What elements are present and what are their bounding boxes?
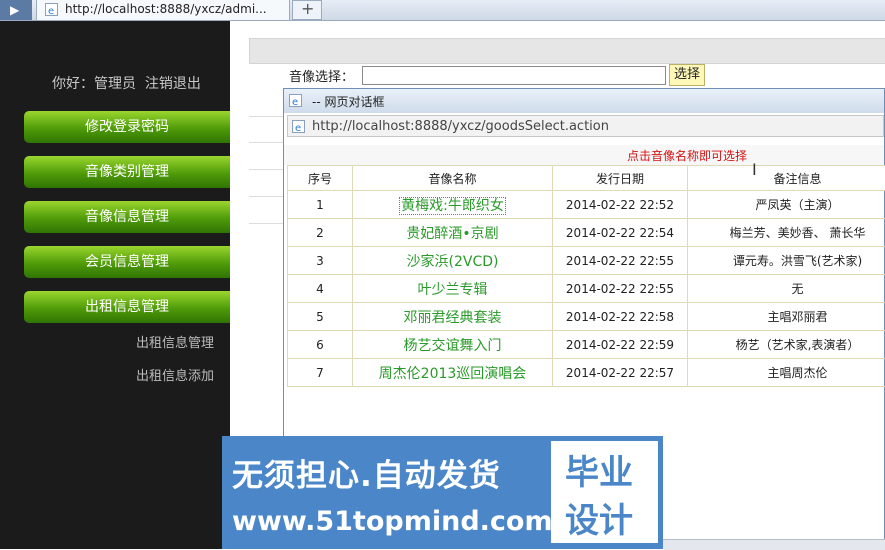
browser-status-bar <box>663 539 885 550</box>
image-select-label: 音像选择： <box>289 66 354 85</box>
goods-table: 序号 音像名称 发行日期 备注信息 1 黄梅戏:牛郎织女 2014-02-22 … <box>287 165 885 387</box>
row-date: 2014-02-22 22:58 <box>553 303 688 331</box>
user-greeting: 你好：管理员 注销退出 <box>52 73 201 93</box>
banner-website: www.51topmind.com <box>232 506 553 537</box>
dialog-title-bar[interactable]: e -- 网页对话框 <box>284 89 884 113</box>
row-date: 2014-02-22 22:59 <box>553 331 688 359</box>
banner-slogan: 无须担心.自动发货 <box>232 450 501 495</box>
goods-name-link[interactable]: 沙家浜(2VCD) <box>407 254 499 270</box>
banner-logo-line1: 毕业 <box>565 445 633 494</box>
new-tab-button[interactable]: + <box>292 0 322 20</box>
row-note: 梅兰芳、美妙香、 萧长华 <box>688 219 885 247</box>
table-row: 3 沙家浜(2VCD) 2014-02-22 22:55 谭元寿。洪雪飞(艺术家… <box>288 247 885 275</box>
ie-page-icon: e <box>289 94 302 107</box>
svg-text:e: e <box>295 123 301 133</box>
form-row-divider <box>249 223 285 224</box>
form-header-strip <box>249 38 885 64</box>
goods-name-link[interactable]: 邓丽君经典套装 <box>404 310 502 326</box>
tab-switch-button[interactable]: ▶ <box>0 0 32 20</box>
row-date: 2014-02-22 22:52 <box>553 191 688 219</box>
row-no: 2 <box>288 219 353 247</box>
dialog-address-bar: e http://localhost:8888/yxcz/goodsSelect… <box>287 115 884 137</box>
row-note: 主唱周杰伦 <box>688 359 885 387</box>
watermark-banner: 无须担心.自动发货 www.51topmind.com 毕业 设计 <box>222 436 663 549</box>
row-no: 4 <box>288 275 353 303</box>
table-row: 1 黄梅戏:牛郎织女 2014-02-22 22:52 严凤英（主演） <box>288 191 885 219</box>
sidebar <box>0 21 230 549</box>
table-header-row: 序号 音像名称 发行日期 备注信息 <box>288 166 885 191</box>
goods-name-link[interactable]: 杨艺交谊舞入门 <box>404 338 502 354</box>
row-note: 严凤英（主演） <box>688 191 885 219</box>
table-row: 2 贵妃醉酒•京剧 2014-02-22 22:54 梅兰芳、美妙香、 萧长华 <box>288 219 885 247</box>
row-date: 2014-02-22 22:55 <box>553 275 688 303</box>
menu-member-manage[interactable]: 会员信息管理 <box>24 246 230 278</box>
row-note: 杨艺（艺术家,表演者） <box>688 331 885 359</box>
row-no: 3 <box>288 247 353 275</box>
row-note: 无 <box>688 275 885 303</box>
browser-tab[interactable]: e http://localhost:8888/yxcz/admi... <box>36 0 290 20</box>
table-row: 4 叶少兰专辑 2014-02-22 22:55 无 <box>288 275 885 303</box>
table-row: 5 邓丽君经典套装 2014-02-22 22:58 主唱邓丽君 <box>288 303 885 331</box>
row-note: 谭元寿。洪雪飞(艺术家) <box>688 247 885 275</box>
text-cursor-icon: I <box>752 160 757 179</box>
menu-goods-manage[interactable]: 音像信息管理 <box>24 201 230 233</box>
column-header-no: 序号 <box>288 166 353 191</box>
ie-page-icon: e <box>45 3 58 16</box>
column-header-note: 备注信息 <box>688 166 885 191</box>
image-select-input[interactable] <box>362 66 666 85</box>
menu-rental-manage[interactable]: 出租信息管理 <box>24 291 230 323</box>
tab-url: http://localhost:8888/yxcz/admi... <box>65 2 267 16</box>
column-header-name: 音像名称 <box>353 166 553 191</box>
menu-category-manage[interactable]: 音像类别管理 <box>24 156 230 188</box>
goods-name-link[interactable]: 周杰伦2013巡回演唱会 <box>379 366 527 382</box>
row-date: 2014-02-22 22:57 <box>553 359 688 387</box>
row-no: 6 <box>288 331 353 359</box>
plus-icon: + <box>301 0 314 18</box>
greeting-text: 你好：管理员 <box>52 76 136 92</box>
goods-name-link[interactable]: 叶少兰专辑 <box>418 282 488 298</box>
form-row-divider <box>249 142 285 143</box>
logout-link[interactable]: 注销退出 <box>145 76 201 92</box>
submenu-rental-list[interactable]: 出租信息管理 <box>136 332 214 351</box>
row-no: 1 <box>288 191 353 219</box>
goods-name-link[interactable]: 贵妃醉酒•京剧 <box>406 226 498 242</box>
goods-name-link[interactable]: 黄梅戏:牛郎织女 <box>399 197 506 215</box>
row-date: 2014-02-22 22:55 <box>553 247 688 275</box>
row-no: 5 <box>288 303 353 331</box>
arrow-right-icon: ▶ <box>10 3 19 17</box>
select-button[interactable]: 选择 <box>669 64 705 86</box>
row-note: 主唱邓丽君 <box>688 303 885 331</box>
form-row-divider <box>249 196 285 197</box>
form-row-divider <box>249 116 285 117</box>
row-no: 7 <box>288 359 353 387</box>
banner-logo-box: 毕业 设计 <box>551 441 658 543</box>
banner-logo-line2: 设计 <box>565 493 633 542</box>
column-header-date: 发行日期 <box>553 166 688 191</box>
menu-change-password[interactable]: 修改登录密码 <box>24 111 230 143</box>
svg-text:e: e <box>48 6 54 16</box>
table-row: 7 周杰伦2013巡回演唱会 2014-02-22 22:57 主唱周杰伦 <box>288 359 885 387</box>
svg-text:e: e <box>292 97 298 107</box>
submenu-rental-add[interactable]: 出租信息添加 <box>136 365 214 384</box>
form-row-divider <box>249 169 285 170</box>
dialog-title: -- 网页对话框 <box>312 93 384 110</box>
ie-page-icon: e <box>292 120 305 133</box>
dialog-url: http://localhost:8888/yxcz/goodsSelect.a… <box>312 119 609 134</box>
select-hint-bar: 点击音像名称即可选择 <box>284 145 884 165</box>
row-date: 2014-02-22 22:54 <box>553 219 688 247</box>
table-row: 6 杨艺交谊舞入门 2014-02-22 22:59 杨艺（艺术家,表演者） <box>288 331 885 359</box>
select-hint: 点击音像名称即可选择 <box>627 147 747 164</box>
